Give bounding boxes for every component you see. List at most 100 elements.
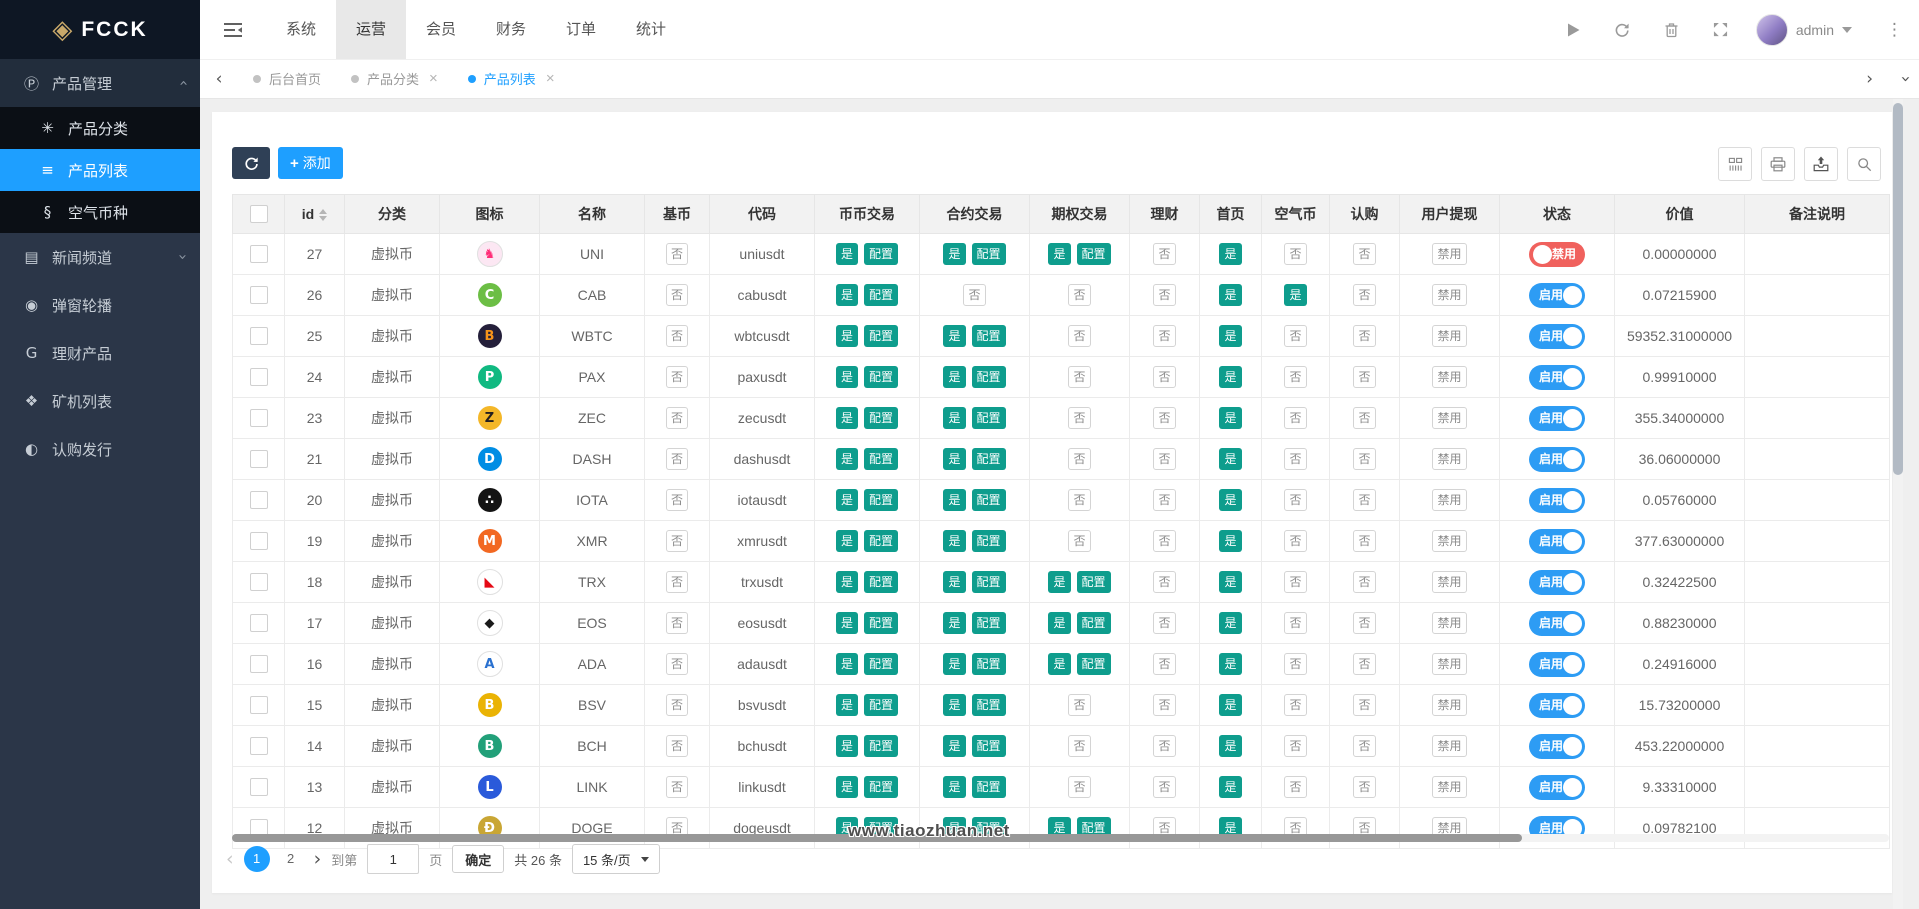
finance-no-badge[interactable]: 否 bbox=[1153, 776, 1175, 798]
sidebar-item-subscription-issue[interactable]: ◐认购发行 bbox=[0, 425, 200, 473]
option-trade-no-badge[interactable]: 否 bbox=[1068, 530, 1090, 552]
row-checkbox[interactable] bbox=[250, 491, 268, 509]
air-coin-no-badge[interactable]: 否 bbox=[1284, 653, 1306, 675]
status-toggle[interactable]: 启用 bbox=[1529, 652, 1585, 677]
finance-no-badge[interactable]: 否 bbox=[1153, 653, 1175, 675]
contract-trade-yes-badge[interactable]: 是 bbox=[943, 366, 965, 388]
row-checkbox[interactable] bbox=[250, 778, 268, 796]
air-coin-no-badge[interactable]: 否 bbox=[1284, 776, 1306, 798]
finance-no-badge[interactable]: 否 bbox=[1153, 407, 1175, 429]
option-trade-yes-badge[interactable]: 是 bbox=[1048, 243, 1070, 265]
page-size-select[interactable]: 15 条/页 bbox=[572, 844, 660, 874]
add-button[interactable]: + 添加 bbox=[278, 147, 343, 179]
row-checkbox[interactable] bbox=[250, 245, 268, 263]
air-coin-no-badge[interactable]: 否 bbox=[1284, 325, 1306, 347]
withdraw-badge[interactable]: 禁用 bbox=[1432, 571, 1466, 593]
home-yes-badge[interactable]: 是 bbox=[1219, 653, 1241, 675]
sidebar-item-popup-carousel[interactable]: ◉弹窗轮播 bbox=[0, 281, 200, 329]
print-button[interactable] bbox=[1761, 147, 1795, 181]
fullscreen-button[interactable] bbox=[1713, 22, 1728, 37]
home-yes-badge[interactable]: 是 bbox=[1219, 448, 1241, 470]
contract-trade-config-badge[interactable]: 配置 bbox=[972, 489, 1006, 511]
run-button[interactable] bbox=[1567, 23, 1580, 37]
contract-trade-config-badge[interactable]: 配置 bbox=[972, 776, 1006, 798]
page-button-1[interactable]: 1 bbox=[244, 846, 270, 872]
option-trade-no-badge[interactable]: 否 bbox=[1068, 489, 1090, 511]
base-no-badge[interactable]: 否 bbox=[666, 243, 688, 265]
subscribe-no-badge[interactable]: 否 bbox=[1353, 243, 1375, 265]
row-checkbox[interactable] bbox=[250, 286, 268, 304]
finance-no-badge[interactable]: 否 bbox=[1153, 694, 1175, 716]
withdraw-badge[interactable]: 禁用 bbox=[1432, 407, 1466, 429]
coin-trade-yes-badge[interactable]: 是 bbox=[836, 284, 858, 306]
contract-trade-yes-badge[interactable]: 是 bbox=[943, 530, 965, 552]
status-toggle[interactable]: 启用 bbox=[1529, 365, 1585, 390]
finance-no-badge[interactable]: 否 bbox=[1153, 612, 1175, 634]
row-checkbox[interactable] bbox=[250, 532, 268, 550]
subscribe-no-badge[interactable]: 否 bbox=[1353, 735, 1375, 757]
contract-trade-config-badge[interactable]: 配置 bbox=[972, 694, 1006, 716]
refresh-button[interactable] bbox=[1614, 22, 1630, 38]
sidebar-item-product-manage[interactable]: Ⓟ产品管理› bbox=[0, 59, 200, 107]
contract-trade-yes-badge[interactable]: 是 bbox=[943, 325, 965, 347]
vertical-scrollbar[interactable] bbox=[1893, 98, 1903, 909]
user-menu[interactable]: admin bbox=[1756, 14, 1852, 46]
sidebar-item-news-channel[interactable]: ▤新闻频道› bbox=[0, 233, 200, 281]
home-yes-badge[interactable]: 是 bbox=[1219, 612, 1241, 634]
home-yes-badge[interactable]: 是 bbox=[1219, 284, 1241, 306]
status-toggle[interactable]: 启用 bbox=[1529, 406, 1585, 431]
finance-no-badge[interactable]: 否 bbox=[1153, 243, 1175, 265]
option-trade-config-badge[interactable]: 配置 bbox=[1077, 243, 1111, 265]
home-yes-badge[interactable]: 是 bbox=[1219, 735, 1241, 757]
row-checkbox[interactable] bbox=[250, 450, 268, 468]
coin-trade-yes-badge[interactable]: 是 bbox=[836, 694, 858, 716]
withdraw-badge[interactable]: 禁用 bbox=[1432, 735, 1466, 757]
finance-no-badge[interactable]: 否 bbox=[1153, 735, 1175, 757]
base-no-badge[interactable]: 否 bbox=[666, 530, 688, 552]
horizontal-scrollbar[interactable] bbox=[232, 834, 1889, 842]
tab-product-list[interactable]: 产品列表× bbox=[453, 59, 570, 98]
air-coin-no-badge[interactable]: 否 bbox=[1284, 366, 1306, 388]
coin-trade-yes-badge[interactable]: 是 bbox=[836, 366, 858, 388]
contract-trade-config-badge[interactable]: 配置 bbox=[972, 448, 1006, 470]
coin-trade-config-badge[interactable]: 配置 bbox=[864, 489, 898, 511]
finance-no-badge[interactable]: 否 bbox=[1153, 489, 1175, 511]
withdraw-badge[interactable]: 禁用 bbox=[1432, 694, 1466, 716]
home-yes-badge[interactable]: 是 bbox=[1219, 366, 1241, 388]
home-yes-badge[interactable]: 是 bbox=[1219, 489, 1241, 511]
tab-close-icon[interactable]: × bbox=[546, 71, 555, 86]
contract-trade-yes-badge[interactable]: 是 bbox=[943, 735, 965, 757]
base-no-badge[interactable]: 否 bbox=[666, 571, 688, 593]
option-trade-no-badge[interactable]: 否 bbox=[1068, 366, 1090, 388]
status-toggle[interactable]: 启用 bbox=[1529, 611, 1585, 636]
contract-trade-yes-badge[interactable]: 是 bbox=[943, 612, 965, 634]
subscribe-no-badge[interactable]: 否 bbox=[1353, 325, 1375, 347]
row-checkbox[interactable] bbox=[250, 368, 268, 386]
topnav-item-system[interactable]: 系统 bbox=[266, 0, 336, 59]
finance-no-badge[interactable]: 否 bbox=[1153, 571, 1175, 593]
status-toggle[interactable]: 禁用 bbox=[1529, 242, 1585, 267]
tab-product-category[interactable]: 产品分类× bbox=[336, 59, 453, 98]
contract-trade-yes-badge[interactable]: 是 bbox=[943, 407, 965, 429]
sidebar-item-air-coins[interactable]: §空气币种 bbox=[0, 191, 200, 233]
contract-trade-config-badge[interactable]: 配置 bbox=[972, 243, 1006, 265]
subscribe-no-badge[interactable]: 否 bbox=[1353, 653, 1375, 675]
coin-trade-config-badge[interactable]: 配置 bbox=[864, 448, 898, 470]
contract-trade-no-badge[interactable]: 否 bbox=[963, 284, 985, 306]
coin-trade-yes-badge[interactable]: 是 bbox=[836, 571, 858, 593]
option-trade-yes-badge[interactable]: 是 bbox=[1048, 612, 1070, 634]
coin-trade-config-badge[interactable]: 配置 bbox=[864, 653, 898, 675]
option-trade-config-badge[interactable]: 配置 bbox=[1077, 571, 1111, 593]
option-trade-no-badge[interactable]: 否 bbox=[1068, 776, 1090, 798]
row-checkbox[interactable] bbox=[250, 409, 268, 427]
row-checkbox[interactable] bbox=[250, 327, 268, 345]
coin-trade-config-badge[interactable]: 配置 bbox=[864, 366, 898, 388]
coin-trade-config-badge[interactable]: 配置 bbox=[864, 407, 898, 429]
option-trade-config-badge[interactable]: 配置 bbox=[1077, 653, 1111, 675]
base-no-badge[interactable]: 否 bbox=[666, 407, 688, 429]
contract-trade-yes-badge[interactable]: 是 bbox=[943, 448, 965, 470]
coin-trade-config-badge[interactable]: 配置 bbox=[864, 243, 898, 265]
columns-toggle-button[interactable] bbox=[1718, 147, 1752, 181]
row-checkbox[interactable] bbox=[250, 614, 268, 632]
contract-trade-yes-badge[interactable]: 是 bbox=[943, 653, 965, 675]
